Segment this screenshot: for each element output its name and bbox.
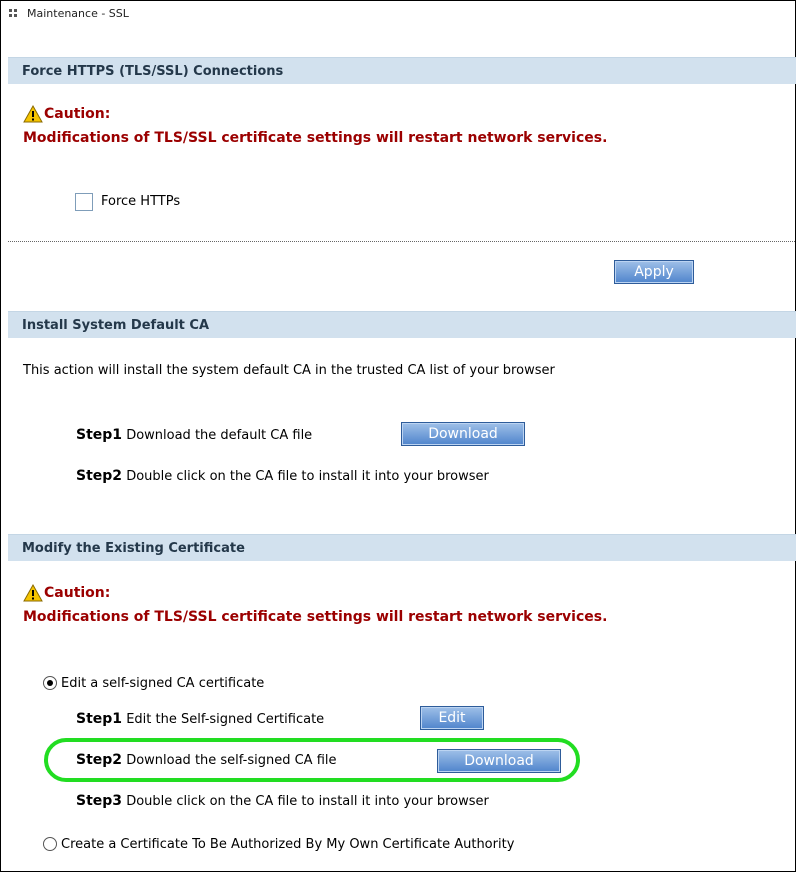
- create-certificate-radio[interactable]: [43, 837, 57, 851]
- section-header-install-ca: Install System Default CA: [8, 311, 796, 338]
- warning-icon: [23, 105, 43, 123]
- caution-title-2: Caution:: [23, 584, 110, 602]
- grip-icon: [9, 9, 19, 18]
- ssl-maintenance-panel: Maintenance - SSL Force HTTPS (TLS/SSL) …: [0, 0, 796, 872]
- edit-self-signed-radio[interactable]: [43, 676, 57, 690]
- download-self-signed-button[interactable]: Download: [437, 749, 561, 773]
- section-header-modify-cert: Modify the Existing Certificate: [8, 534, 796, 561]
- modify-step1: Step1 Edit the Self-signed Certificate: [76, 711, 325, 727]
- install-step1: Step1 Download the default CA file: [76, 427, 313, 443]
- modify-step2: Step2 Download the self-signed CA file: [76, 752, 337, 768]
- divider: [8, 241, 796, 242]
- edit-certificate-button[interactable]: Edit: [420, 706, 484, 730]
- window-title-bar: Maintenance - SSL: [9, 7, 129, 20]
- caution-message-2: Modifications of TLS/SSL certificate set…: [23, 609, 608, 625]
- force-https-checkbox[interactable]: [75, 193, 93, 211]
- window-title: Maintenance - SSL: [27, 7, 129, 20]
- apply-button[interactable]: Apply: [614, 260, 694, 284]
- modify-step3: Step3 Double click on the CA file to ins…: [76, 793, 489, 809]
- download-default-ca-button[interactable]: Download: [401, 422, 525, 446]
- edit-self-signed-label: Edit a self-signed CA certificate: [61, 676, 265, 691]
- section-header-force-https: Force HTTPS (TLS/SSL) Connections: [8, 57, 796, 84]
- caution-message: Modifications of TLS/SSL certificate set…: [23, 130, 608, 146]
- warning-icon: [23, 584, 43, 602]
- create-certificate-label: Create a Certificate To Be Authorized By…: [61, 837, 515, 852]
- install-ca-description: This action will install the system defa…: [23, 363, 555, 378]
- install-step2: Step2 Double click on the CA file to ins…: [76, 468, 489, 484]
- caution-title: Caution:: [23, 105, 110, 123]
- force-https-label: Force HTTPs: [101, 194, 181, 209]
